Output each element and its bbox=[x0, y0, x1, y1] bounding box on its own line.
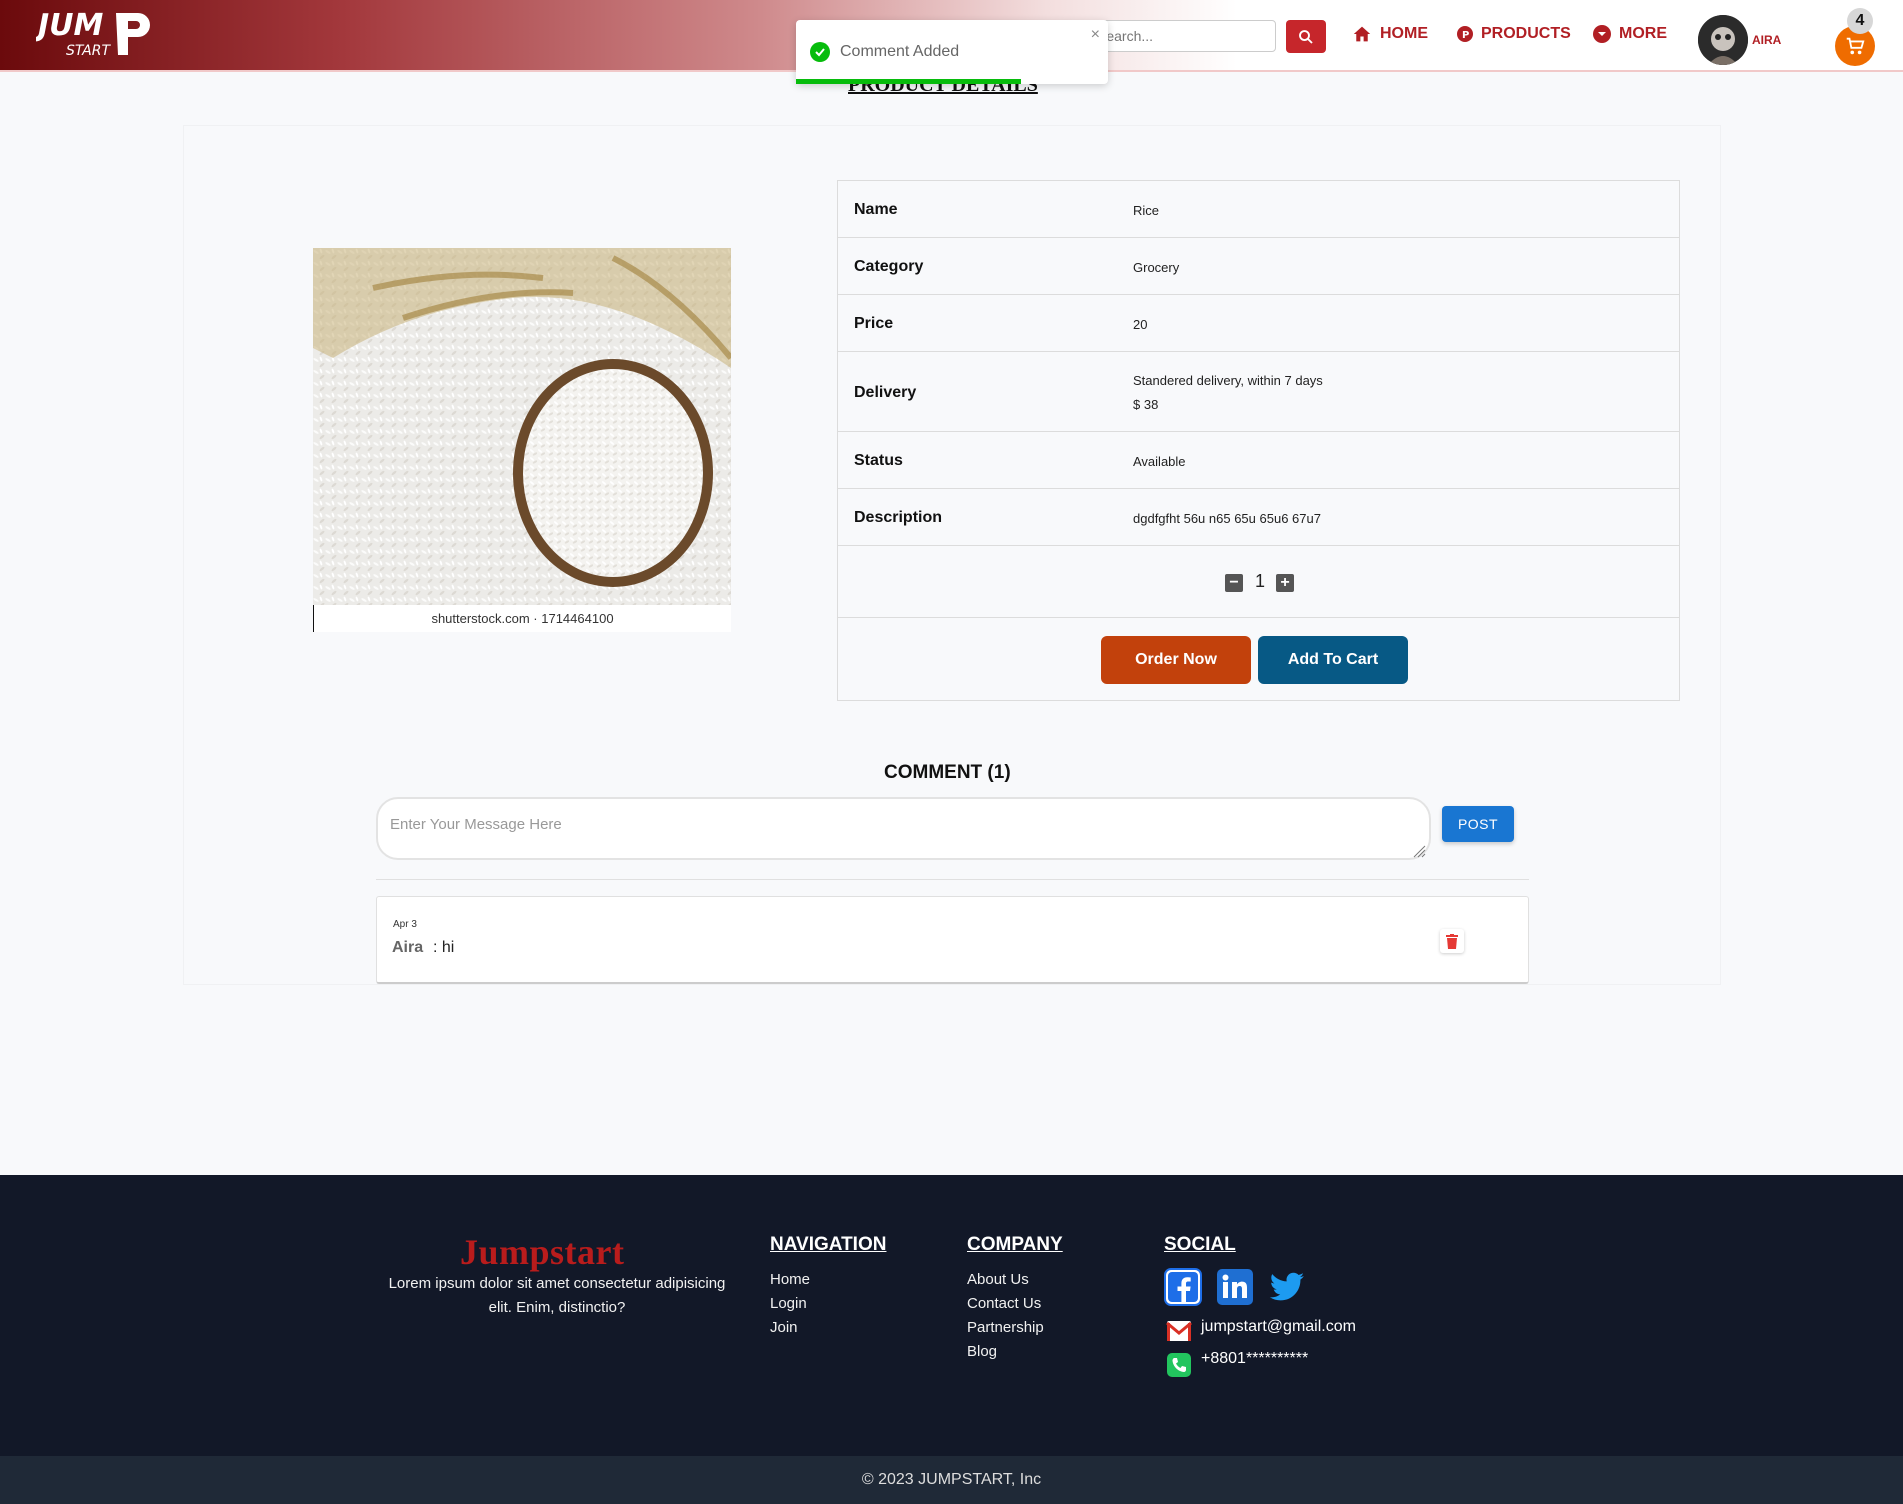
post-comment-button[interactable]: POST bbox=[1442, 806, 1514, 842]
detail-key: Delivery bbox=[854, 384, 917, 401]
comment-date: Apr 3 bbox=[393, 919, 417, 930]
svg-text:START: START bbox=[66, 43, 111, 59]
nav-more-label: MORE bbox=[1619, 25, 1667, 42]
copyright: © 2023 JUMPSTART, Inc bbox=[0, 1456, 1903, 1504]
search-input[interactable] bbox=[1086, 20, 1276, 52]
detail-value: Grocery bbox=[1133, 260, 1180, 275]
cart-icon bbox=[1846, 37, 1865, 55]
chevron-down-icon bbox=[1593, 25, 1611, 43]
comment-author: Aira bbox=[392, 939, 424, 956]
footer-social-title: SOCIAL bbox=[1164, 1234, 1236, 1255]
user-name[interactable]: AIRA bbox=[1752, 33, 1781, 47]
facebook-icon[interactable] bbox=[1164, 1268, 1202, 1306]
footer-description: Lorem ipsum dolor sit amet consectetur a… bbox=[388, 1275, 726, 1316]
linkedin-icon[interactable] bbox=[1216, 1268, 1254, 1306]
svg-text:P: P bbox=[1462, 30, 1469, 41]
detail-key: Status bbox=[854, 452, 903, 469]
footer-link-partnership[interactable]: Partnership bbox=[967, 1319, 1044, 1336]
resize-handle-icon[interactable] bbox=[1412, 844, 1426, 858]
detail-key: Price bbox=[854, 315, 894, 332]
minus-icon[interactable]: − bbox=[1225, 574, 1243, 592]
comment-textarea[interactable]: Enter Your Message Here bbox=[376, 797, 1431, 860]
jumpstart-logo[interactable]: JUM START bbox=[36, 5, 158, 63]
quantity-value: 1 bbox=[1255, 571, 1266, 591]
toast-message: Comment Added bbox=[840, 43, 960, 60]
detail-row-status: Status Available bbox=[838, 432, 1679, 489]
nav-products-label: PRODUCTS bbox=[1481, 25, 1571, 42]
footer-link-about[interactable]: About Us bbox=[967, 1271, 1029, 1288]
image-caption: shutterstock.com · 1714464100 bbox=[313, 605, 731, 632]
search-icon bbox=[1299, 29, 1313, 44]
detail-row-delivery: Delivery Standered delivery, within 7 da… bbox=[838, 352, 1679, 432]
detail-key: Description bbox=[854, 509, 943, 526]
comment-item: Apr 3 Aira : hi bbox=[376, 896, 1529, 984]
check-circle-icon bbox=[810, 42, 830, 62]
comment-text: : hi bbox=[433, 939, 455, 956]
divider bbox=[376, 879, 1529, 880]
add-to-cart-button[interactable]: Add To Cart bbox=[1258, 636, 1408, 684]
product-details-table: Name Rice Category Grocery Price 20 Deli… bbox=[837, 180, 1680, 701]
product-image bbox=[313, 248, 731, 632]
footer-brand: Jumpstart bbox=[460, 1232, 625, 1272]
nav-products[interactable]: P PRODUCTS bbox=[1457, 24, 1571, 44]
svg-text:JUM: JUM bbox=[36, 8, 104, 43]
detail-value: 20 bbox=[1133, 317, 1148, 332]
plus-icon[interactable]: + bbox=[1276, 574, 1294, 592]
cart-count-badge: 4 bbox=[1847, 8, 1873, 34]
comment-section-title: COMMENT (1) bbox=[884, 762, 1011, 783]
footer-email[interactable]: jumpstart@gmail.com bbox=[1201, 1318, 1356, 1336]
footer-link-blog[interactable]: Blog bbox=[967, 1343, 997, 1360]
nav-more[interactable]: MORE bbox=[1593, 24, 1667, 44]
phone-icon bbox=[1167, 1353, 1191, 1377]
avatar-image bbox=[1698, 15, 1748, 65]
detail-key: Category bbox=[854, 258, 924, 275]
footer-link-contact[interactable]: Contact Us bbox=[967, 1295, 1041, 1312]
twitter-icon[interactable] bbox=[1268, 1268, 1306, 1306]
detail-value: Standered delivery, within 7 days bbox=[1133, 373, 1323, 388]
footer-company-title: COMPANY bbox=[967, 1234, 1063, 1255]
close-icon[interactable]: × bbox=[1091, 26, 1100, 44]
detail-row-description: Description dgdfgfht 56u n65 65u 65u6 67… bbox=[838, 489, 1679, 546]
footer-link-home[interactable]: Home bbox=[770, 1271, 810, 1288]
search-button[interactable] bbox=[1286, 20, 1326, 53]
avatar[interactable] bbox=[1698, 15, 1748, 65]
nav-home-label: HOME bbox=[1380, 25, 1428, 42]
detail-value: Rice bbox=[1133, 203, 1160, 218]
home-icon bbox=[1353, 26, 1371, 42]
footer-phone[interactable]: +8801********** bbox=[1201, 1350, 1308, 1368]
detail-value-secondary: $ 38 bbox=[1133, 397, 1159, 412]
toast-progress-bar bbox=[796, 79, 1021, 84]
nav-home[interactable]: HOME bbox=[1352, 24, 1428, 44]
order-now-button[interactable]: Order Now bbox=[1101, 636, 1251, 684]
footer: Jumpstart Lorem ipsum dolor sit amet con… bbox=[0, 1175, 1903, 1456]
detail-row-category: Category Grocery bbox=[838, 238, 1679, 295]
trash-icon bbox=[1446, 933, 1458, 949]
delete-comment-button[interactable] bbox=[1440, 929, 1464, 953]
detail-value: Available bbox=[1133, 454, 1186, 469]
toast-notification: Comment Added × bbox=[796, 20, 1108, 84]
footer-link-join[interactable]: Join bbox=[770, 1319, 798, 1336]
detail-row-name: Name Rice bbox=[838, 181, 1679, 238]
quantity-stepper: − 1 + bbox=[838, 546, 1679, 618]
detail-value: dgdfgfht 56u n65 65u 65u6 67u7 bbox=[1133, 511, 1321, 526]
products-icon: P bbox=[1457, 26, 1473, 42]
email-icon bbox=[1166, 1321, 1192, 1341]
footer-navigation-title: NAVIGATION bbox=[770, 1234, 887, 1255]
footer-link-login[interactable]: Login bbox=[770, 1295, 807, 1312]
detail-row-price: Price 20 bbox=[838, 295, 1679, 352]
detail-key: Name bbox=[854, 201, 898, 218]
